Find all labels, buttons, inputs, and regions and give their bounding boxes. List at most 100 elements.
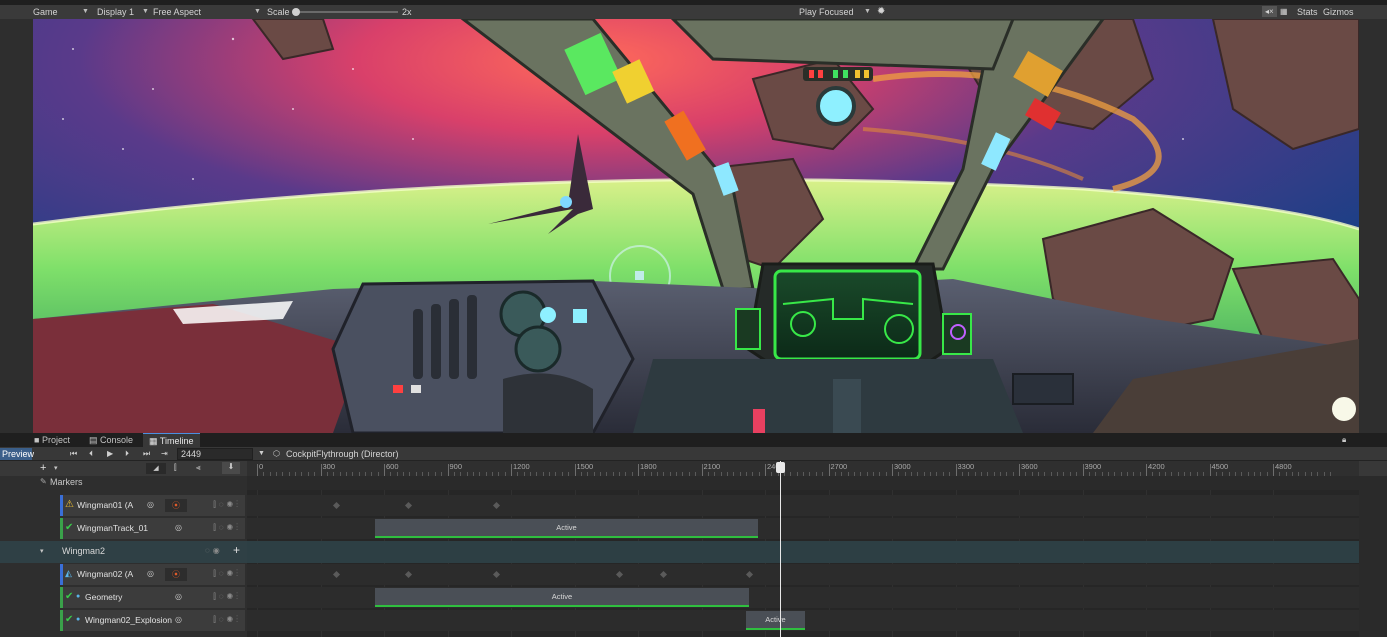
- clip-active[interactable]: Active: [375, 588, 749, 607]
- marker[interactable]: [404, 501, 413, 510]
- ruler-tick-label: 3300: [957, 462, 975, 471]
- game-mode-dropdown[interactable]: Game: [33, 5, 58, 19]
- marker[interactable]: [332, 570, 341, 579]
- ripple-icon[interactable]: ⫷: [196, 463, 201, 473]
- lane-wingman01[interactable]: [247, 495, 1359, 516]
- lane-group-wingman2[interactable]: [247, 541, 1359, 563]
- ruler-major-tick: [447, 464, 449, 476]
- markers-label: Markers: [50, 477, 83, 487]
- track-wingman01[interactable]: ⚠ Wingman01 (A ◎ ⦿ ⫿◌◉⋮: [60, 495, 245, 516]
- ruler-tick-label: 4800: [1275, 462, 1292, 471]
- timeline-icon: ▦: [149, 436, 158, 446]
- group-wingman2[interactable]: ▾ Wingman2 ◌◉ +: [0, 541, 247, 563]
- clip-active[interactable]: Active: [746, 611, 805, 630]
- pin-icon[interactable]: ⬇: [222, 462, 240, 474]
- checkbox-icon[interactable]: ✔: [65, 522, 73, 533]
- marker[interactable]: [404, 570, 413, 579]
- audio-mute-icon[interactable]: ◂×: [1262, 6, 1277, 17]
- tab-timeline-label: Timeline: [159, 436, 194, 446]
- chevron-down-icon: ▼: [864, 8, 871, 15]
- checkbox-icon[interactable]: ✔: [65, 591, 73, 602]
- ruler-major-tick: [955, 464, 957, 476]
- chevron-down-icon: ▼: [82, 8, 89, 15]
- target-icon[interactable]: ◎: [147, 569, 154, 578]
- target-icon[interactable]: ◎: [175, 523, 182, 532]
- display-dropdown[interactable]: Display 1: [97, 5, 134, 19]
- ruler-major-tick: [892, 464, 893, 476]
- game-viewport[interactable]: [33, 19, 1359, 433]
- track-wingman02[interactable]: ◭ Wingman02 (A ◎ ⦿ ⫿◌◉⋮: [60, 564, 245, 585]
- track-geometry[interactable]: ✔ Geometry ● ◎ ⫿◌◉⋮: [60, 587, 245, 608]
- stats-button[interactable]: Stats: [1297, 5, 1318, 19]
- tab-console-label: Console: [100, 435, 134, 445]
- ruler-major-tick: [1019, 464, 1020, 476]
- ruler-major-tick: [828, 464, 830, 476]
- tab-timeline[interactable]: ▦ Timeline: [143, 433, 200, 447]
- ruler-major-tick: [384, 464, 385, 476]
- track-lanes[interactable]: Active Active Active: [247, 476, 1359, 637]
- snap-icon[interactable]: ⫿: [174, 463, 177, 473]
- lane-explosion[interactable]: Active: [247, 610, 1359, 631]
- goto-start-icon[interactable]: ⏮: [70, 448, 77, 460]
- bug-icon[interactable]: ✹: [877, 5, 885, 19]
- marker[interactable]: [659, 570, 668, 579]
- track-options-icons[interactable]: ⫿◌◉⋮: [213, 500, 241, 511]
- target-icon[interactable]: ◎: [175, 592, 182, 601]
- ruler-tick-label: 4200: [1148, 462, 1165, 471]
- playhead-handle[interactable]: [776, 462, 785, 473]
- lane-wingmantrack[interactable]: Active: [247, 518, 1359, 539]
- tab-project[interactable]: ■ Project: [28, 433, 76, 447]
- viewport-right-margin: [1359, 19, 1387, 433]
- lane-wingman02[interactable]: [247, 564, 1359, 585]
- playhead-line[interactable]: [780, 461, 781, 637]
- time-ruler[interactable]: 0300600900120015001800210024002700300033…: [247, 461, 1359, 476]
- group-lock-icons[interactable]: ◌◉: [205, 546, 223, 555]
- lane-geometry[interactable]: Active: [247, 587, 1359, 608]
- play-mode-dropdown[interactable]: Play Focused: [799, 5, 854, 19]
- marker[interactable]: [745, 570, 754, 579]
- marker[interactable]: [615, 570, 624, 579]
- clip-active[interactable]: Active: [375, 519, 758, 538]
- next-frame-icon[interactable]: ⏵: [125, 448, 129, 460]
- gizmos-button[interactable]: Gizmos: [1323, 5, 1354, 19]
- ruler-major-tick: [1273, 464, 1274, 476]
- marker[interactable]: [492, 570, 501, 579]
- track-options-icons[interactable]: ⫿◌◉⋮: [213, 523, 241, 534]
- marker[interactable]: [332, 501, 341, 510]
- goto-end-icon[interactable]: ⏭: [143, 448, 150, 460]
- record-icon[interactable]: ⦿: [165, 499, 187, 512]
- marker[interactable]: [492, 501, 501, 510]
- timeline-asset-breadcrumb[interactable]: CockpitFlythrough (Director): [286, 447, 399, 461]
- current-frame-field[interactable]: 2449: [177, 448, 253, 460]
- target-icon[interactable]: ◎: [175, 615, 182, 624]
- markers-lane[interactable]: [247, 476, 1359, 490]
- ruler-tick-label: 3000: [894, 462, 911, 471]
- chevron-down-icon[interactable]: ▼: [258, 448, 265, 460]
- play-icon[interactable]: ▶: [107, 448, 113, 460]
- ruler-major-tick: [257, 464, 258, 476]
- track-wingmantrack[interactable]: ✔ WingmanTrack_01 ◎ ⫿◌◉⋮: [60, 518, 245, 539]
- add-track-button[interactable]: +: [40, 462, 46, 474]
- checkbox-icon[interactable]: ✔: [65, 614, 73, 625]
- play-range-icon[interactable]: ⇥: [161, 448, 168, 460]
- record-icon[interactable]: ⦿: [165, 568, 187, 581]
- chevron-down-icon[interactable]: ▾: [40, 547, 44, 555]
- add-track-button[interactable]: +: [233, 543, 240, 557]
- scale-slider-handle[interactable]: [292, 8, 300, 16]
- track-explosion[interactable]: ✔ ● Wingman02_Explosion ◎ ⫿◌◉⋮: [60, 610, 245, 631]
- cockpit-scene-image: [33, 19, 1359, 433]
- viewport-left-margin: [0, 19, 33, 433]
- scale-slider-track[interactable]: [298, 11, 398, 13]
- aspect-dropdown[interactable]: Free Aspect: [153, 5, 201, 19]
- previous-frame-icon[interactable]: ⏴: [89, 448, 93, 460]
- track-options-icons[interactable]: ⫿◌◉⋮: [213, 615, 241, 626]
- preview-button[interactable]: Preview: [0, 448, 34, 460]
- tab-console[interactable]: ▤ Console: [83, 433, 139, 447]
- target-icon[interactable]: ◎: [147, 500, 154, 509]
- lock-icon[interactable]: 🔒︎: [1342, 435, 1346, 445]
- ruler-tick-label: 300: [322, 462, 336, 471]
- track-options-icons[interactable]: ⫿◌◉⋮: [213, 592, 241, 603]
- track-options-icons[interactable]: ⫿◌◉⋮: [213, 569, 241, 580]
- folder-icon: ■: [34, 435, 40, 445]
- zoom-icon[interactable]: ◢: [146, 463, 166, 474]
